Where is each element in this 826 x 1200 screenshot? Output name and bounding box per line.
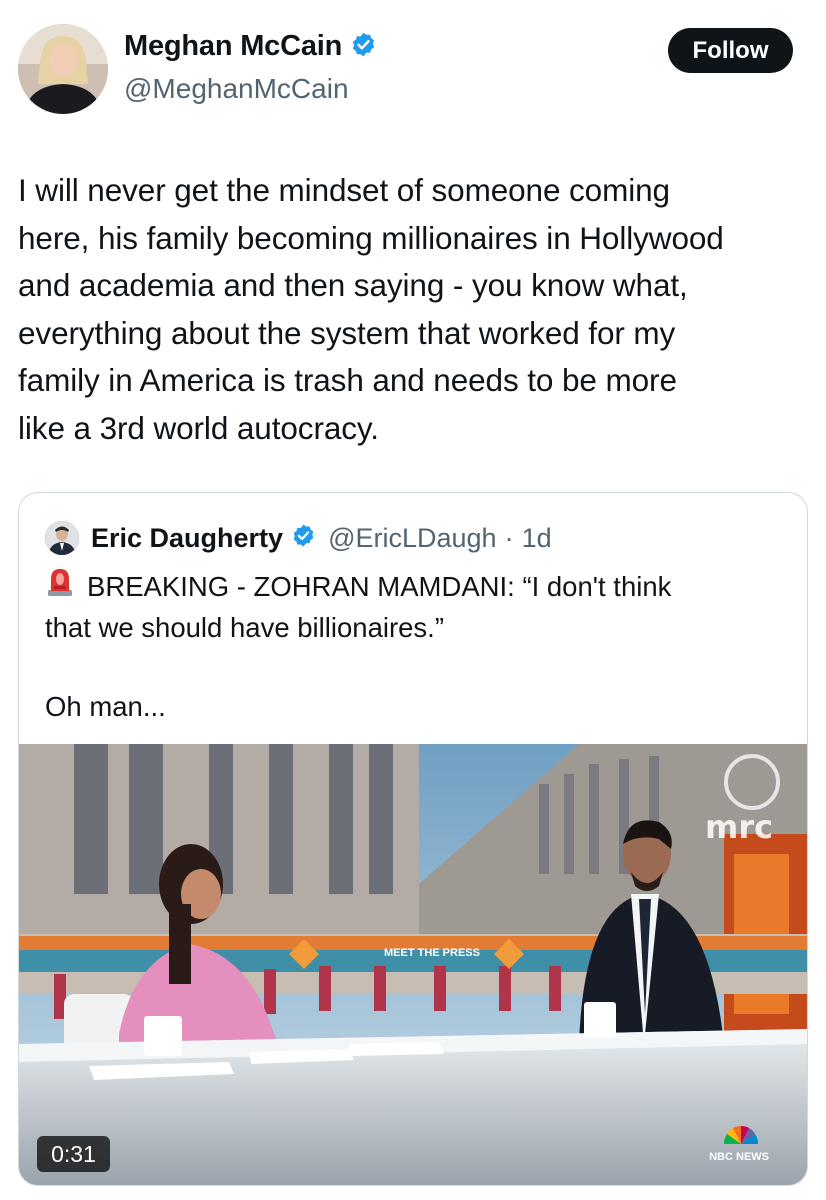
rotating-light-icon	[45, 565, 75, 608]
tweet-text: I will never get the mindset of someone …	[18, 172, 724, 446]
desk-logo-text: MEET THE PRESS	[384, 947, 480, 959]
quoted-verified-badge-icon	[291, 523, 316, 553]
quoted-author-handle[interactable]: @EricLDaugh	[328, 523, 497, 554]
author-avatar[interactable]	[18, 24, 108, 114]
quoted-author-name[interactable]: Eric Daugherty	[91, 523, 283, 554]
watermark-logo: mrc	[705, 808, 774, 846]
quoted-profile-photo	[45, 521, 79, 555]
author-name[interactable]: Meghan McCain	[124, 30, 342, 63]
video-thumbnail: MEET THE PRESS	[19, 744, 807, 1185]
quoted-tweet-card[interactable]: Eric Daugherty @EricLDaugh · 1d BREAKING…	[18, 492, 808, 1186]
quoted-text-extra: Oh man...	[45, 691, 166, 722]
nbc-news-logo: NBC NEWS	[709, 1151, 769, 1163]
quoted-header: Eric Daugherty @EricLDaugh · 1d	[45, 521, 552, 555]
quoted-separator: ·	[504, 522, 514, 553]
video-duration-badge: 0:31	[37, 1136, 110, 1172]
verified-badge-icon	[350, 31, 377, 63]
profile-photo	[18, 24, 108, 114]
video-player[interactable]: MEET THE PRESS mrc NBC NEWS 0:31	[19, 744, 807, 1185]
quoted-text-line2: that we should have billionaires.”	[45, 612, 444, 643]
quoted-author-avatar[interactable]	[45, 521, 79, 555]
author-handle[interactable]: @MeghanMcCain	[124, 73, 349, 105]
quoted-text-line1: BREAKING - ZOHRAN MAMDANI: “I don't thin…	[87, 570, 672, 602]
quoted-timestamp[interactable]: 1d	[522, 523, 552, 554]
quoted-text: BREAKING - ZOHRAN MAMDANI: “I don't thin…	[45, 565, 785, 648]
author-name-row: Meghan McCain	[124, 30, 377, 63]
follow-button[interactable]: Follow	[668, 28, 793, 73]
